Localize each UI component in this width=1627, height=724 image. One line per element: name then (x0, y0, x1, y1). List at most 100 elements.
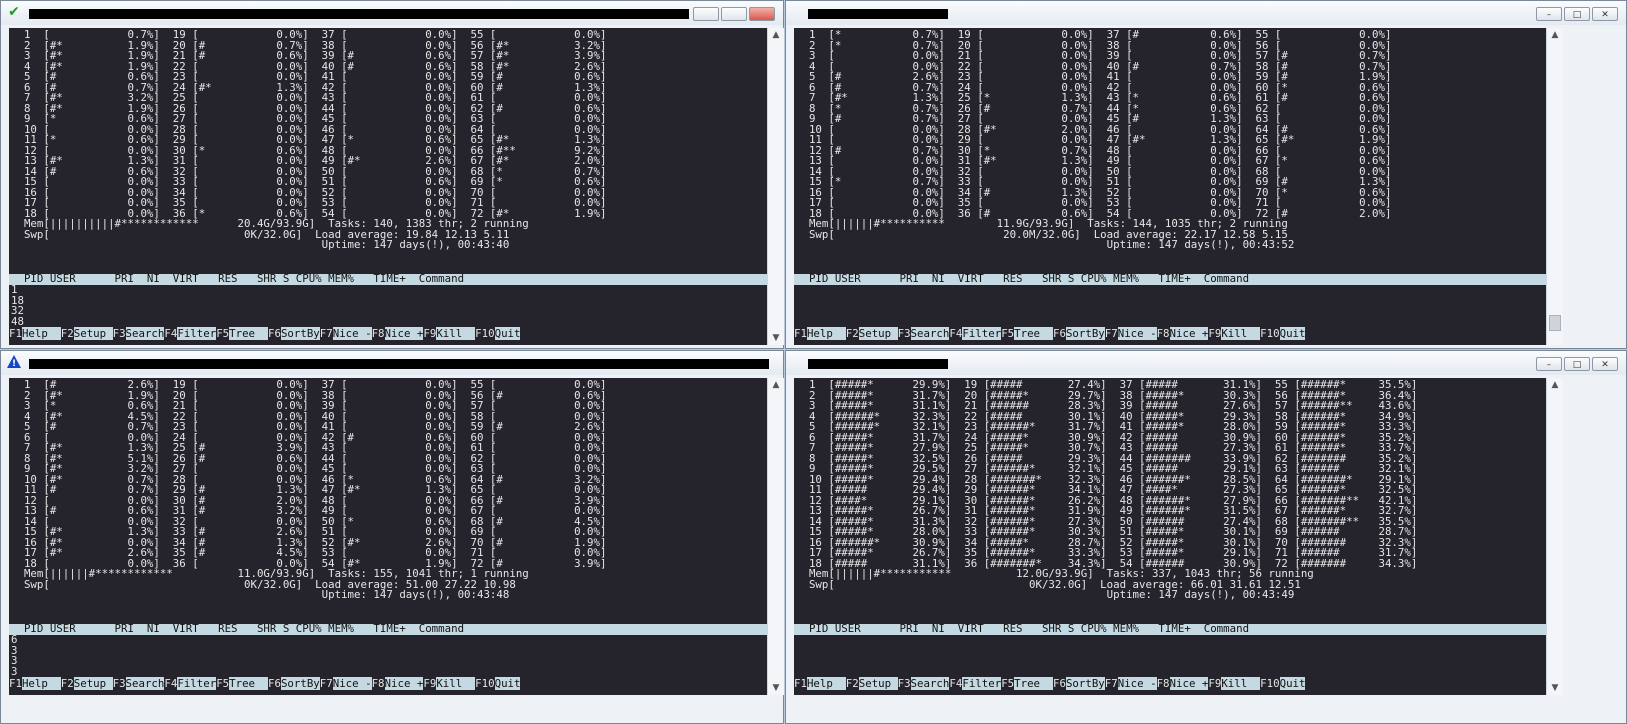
maximize-button[interactable] (721, 7, 747, 21)
process-list[interactable]: 1 18 32 48 (11, 284, 24, 327)
process-table-header[interactable]: PID USER PRI NI VIRT RES SHR S CPU% MEM%… (9, 623, 767, 635)
function-key-label[interactable]: SortBy (280, 677, 320, 690)
process-table-header[interactable]: PID USER PRI NI VIRT RES SHR S CPU% MEM%… (794, 623, 1546, 635)
function-key-label[interactable]: Nice + (384, 327, 424, 340)
function-key-f5[interactable]: F5 (1001, 677, 1014, 690)
function-key-label[interactable]: Tree (229, 677, 268, 690)
function-key-bar[interactable]: F1Help F2Setup F3SearchF4FilterF5Tree F6… (9, 677, 767, 690)
function-key-label[interactable]: Nice + (1169, 677, 1209, 690)
scroll-down-arrow[interactable]: ▼ (768, 681, 784, 695)
function-key-f5[interactable]: F5 (216, 327, 229, 340)
function-key-label[interactable]: Help (21, 327, 61, 340)
function-key-label[interactable]: Quit (494, 677, 521, 690)
scroll-up-arrow[interactable]: ▲ (768, 378, 784, 392)
title-bar[interactable]: – □ ✕ (786, 1, 1626, 25)
scroll-up-arrow[interactable]: ▲ (1547, 378, 1563, 392)
scrollbar[interactable]: ▲ (1546, 28, 1563, 345)
function-key-f9[interactable]: F9 (1208, 677, 1221, 690)
function-key-f4[interactable]: F4 (164, 327, 177, 340)
function-key-label[interactable]: Setup (858, 327, 898, 340)
function-key-f5[interactable]: F5 (216, 677, 229, 690)
function-key-f2[interactable]: F2 (61, 677, 74, 690)
function-key-label[interactable]: Setup (73, 677, 113, 690)
function-key-f1[interactable]: F1 (9, 677, 22, 690)
function-key-f7[interactable]: F7 (1105, 327, 1118, 340)
function-key-bar[interactable]: F1Help F2Setup F3SearchF4FilterF5Tree F6… (794, 327, 1546, 340)
function-key-f4[interactable]: F4 (164, 677, 177, 690)
maximize-button[interactable]: □ (1564, 357, 1590, 371)
close-button[interactable]: ✕ (1592, 7, 1618, 21)
function-key-f10[interactable]: F10 (1260, 677, 1279, 690)
function-key-label[interactable]: SortBy (1065, 327, 1105, 340)
title-bar[interactable]: ✔ (1, 1, 783, 25)
function-key-f6[interactable]: F6 (268, 677, 281, 690)
function-key-label[interactable]: Filter (177, 327, 217, 340)
function-key-label[interactable]: Help (806, 327, 846, 340)
function-key-f1[interactable]: F1 (794, 327, 807, 340)
function-key-f2[interactable]: F2 (846, 677, 859, 690)
process-table-header[interactable]: PID USER PRI NI VIRT RES SHR S CPU% MEM%… (794, 273, 1546, 285)
function-key-f9[interactable]: F9 (1208, 327, 1221, 340)
function-key-f3[interactable]: F3 (113, 327, 126, 340)
scrollbar[interactable]: ▲ ▼ (767, 28, 784, 345)
function-key-label[interactable]: Kill (1221, 327, 1261, 340)
function-key-bar[interactable]: F1Help F2Setup F3SearchF4FilterF5Tree F6… (794, 677, 1546, 690)
function-key-f1[interactable]: F1 (9, 327, 22, 340)
maximize-button[interactable]: □ (1564, 7, 1590, 21)
function-key-label[interactable]: Search (910, 327, 950, 340)
function-key-f3[interactable]: F3 (898, 327, 911, 340)
function-key-f5[interactable]: F5 (1001, 327, 1014, 340)
scroll-up-arrow[interactable]: ▲ (1547, 28, 1563, 42)
scroll-down-arrow[interactable]: ▼ (768, 331, 784, 345)
function-key-label[interactable]: SortBy (1065, 677, 1105, 690)
function-key-f4[interactable]: F4 (949, 327, 962, 340)
function-key-f9[interactable]: F9 (423, 677, 436, 690)
function-key-label[interactable]: Quit (1279, 677, 1306, 690)
function-key-label[interactable]: Help (21, 677, 61, 690)
title-bar[interactable]: – □ ✕ (786, 351, 1626, 375)
function-key-label[interactable]: Kill (436, 327, 476, 340)
function-key-f2[interactable]: F2 (61, 327, 74, 340)
function-key-label[interactable]: Tree (1014, 327, 1053, 340)
function-key-f3[interactable]: F3 (898, 677, 911, 690)
function-key-f1[interactable]: F1 (794, 677, 807, 690)
terminal-area[interactable]: 1 [ 0.7%] 19 [ 0.0%] 37 [ 0.0%] 55 [ 0.0… (9, 28, 767, 345)
function-key-f9[interactable]: F9 (423, 327, 436, 340)
function-key-f8[interactable]: F8 (372, 327, 385, 340)
function-key-f3[interactable]: F3 (113, 677, 126, 690)
function-key-label[interactable]: Filter (962, 677, 1002, 690)
scroll-thumb[interactable] (1549, 315, 1561, 331)
function-key-label[interactable]: Search (125, 327, 165, 340)
function-key-f7[interactable]: F7 (320, 677, 333, 690)
function-key-bar[interactable]: F1Help F2Setup F3SearchF4FilterF5Tree F6… (9, 327, 767, 340)
function-key-label[interactable]: Nice - (332, 677, 372, 690)
scroll-up-arrow[interactable]: ▲ (768, 28, 784, 42)
function-key-label[interactable]: Tree (229, 327, 268, 340)
function-key-label[interactable]: Kill (436, 677, 476, 690)
function-key-label[interactable]: Help (806, 677, 846, 690)
function-key-label[interactable]: Filter (962, 327, 1002, 340)
function-key-f6[interactable]: F6 (1053, 327, 1066, 340)
function-key-f7[interactable]: F7 (320, 327, 333, 340)
function-key-f6[interactable]: F6 (1053, 677, 1066, 690)
function-key-label[interactable]: Tree (1014, 677, 1053, 690)
function-key-f10[interactable]: F10 (475, 677, 494, 690)
function-key-label[interactable]: Nice - (332, 327, 372, 340)
function-key-label[interactable]: Quit (494, 327, 521, 340)
function-key-f4[interactable]: F4 (949, 677, 962, 690)
terminal-area[interactable]: 1 [# 2.6%] 19 [ 0.0%] 37 [ 0.0%] 55 [ 0.… (9, 378, 767, 695)
function-key-label[interactable]: Nice - (1117, 677, 1157, 690)
terminal-area[interactable]: 1 [#####* 29.9%] 19 [##### 27.4%] 37 [##… (794, 378, 1546, 695)
minimize-button[interactable]: – (1536, 357, 1562, 371)
function-key-label[interactable]: Search (125, 677, 165, 690)
scrollbar[interactable]: ▲ ▼ (1546, 378, 1563, 695)
function-key-label[interactable]: Filter (177, 677, 217, 690)
function-key-f8[interactable]: F8 (1157, 327, 1170, 340)
title-bar[interactable]: ! (1, 351, 783, 375)
minimize-button[interactable] (693, 7, 719, 21)
process-table-header[interactable]: PID USER PRI NI VIRT RES SHR S CPU% MEM%… (9, 273, 767, 285)
function-key-label[interactable]: Kill (1221, 677, 1261, 690)
function-key-label[interactable]: SortBy (280, 327, 320, 340)
function-key-label[interactable]: Setup (73, 327, 113, 340)
function-key-label[interactable]: Search (910, 677, 950, 690)
